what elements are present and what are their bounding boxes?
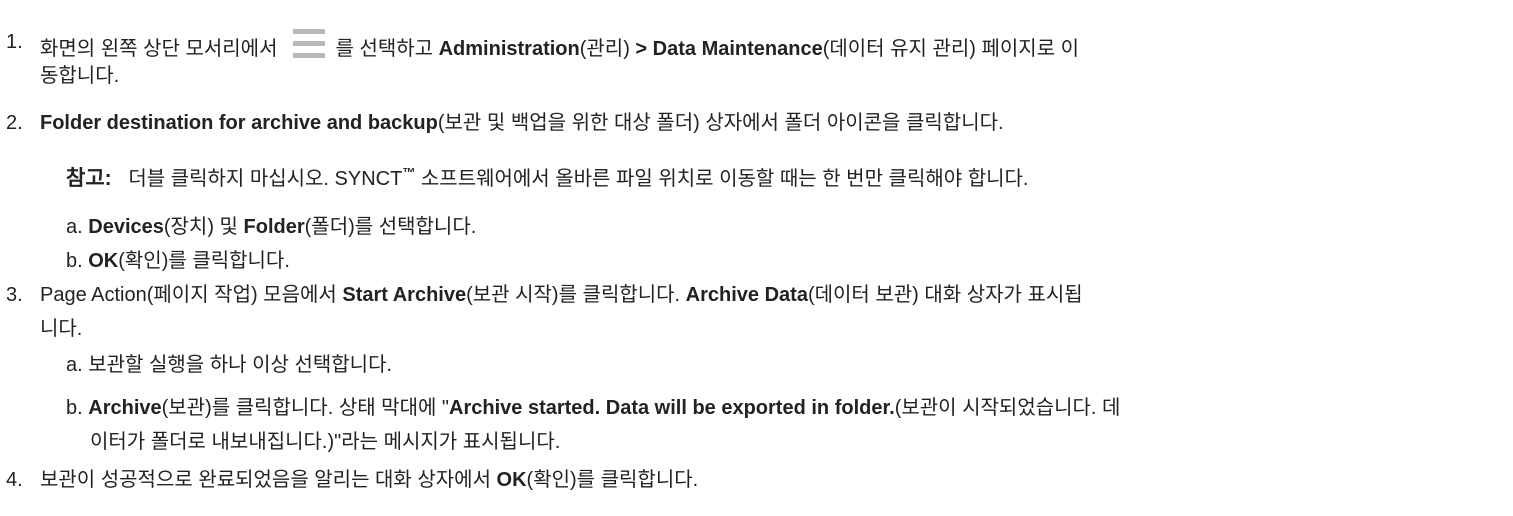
administration-kr: (관리) — [579, 38, 630, 60]
archive-started-message: Archive started. Data will be exported i… — [449, 397, 895, 419]
archive-data-label: Archive Data — [685, 284, 808, 306]
ok-label: OK — [88, 250, 119, 272]
step-1-text: 화면의 왼쪽 상단 모서리에서 — [40, 38, 278, 60]
step-3-line-2: 니다. — [40, 316, 82, 342]
step-1-number: 1. — [6, 31, 23, 53]
archive-label: Archive — [88, 397, 162, 419]
hamburger-menu-icon — [293, 29, 326, 59]
step-2a-prefix: a. — [66, 216, 83, 238]
step-3-text-1: Page Action(페이지 작업) 모음에서 — [40, 284, 337, 306]
data-maintenance-label: > Data Maintenance — [635, 38, 823, 60]
devices-label: Devices — [88, 216, 164, 238]
note-label: 참고: — [66, 167, 112, 190]
step-3-text-2: (보관 시작)를 클릭합니다. — [466, 284, 681, 306]
step-4-text-1: 보관이 성공적으로 완료되었음을 알리는 대화 상자에서 — [40, 469, 491, 491]
trademark-symbol: ™ — [402, 165, 416, 180]
note-text-2: 소프트웨어에서 올바른 파일 위치로 이동할 때는 한 번만 클릭해야 합니다. — [420, 168, 1029, 190]
step-3b-prefix: b. — [66, 397, 83, 419]
step-2-number: 2. — [6, 112, 23, 134]
step-1-continuation: 동합니다. — [40, 65, 120, 87]
step-3b-line-1: b. Archive(보관)를 클릭합니다. 상태 막대에 "Archive s… — [66, 395, 1120, 421]
step-3b-continuation: 이터가 폴더로 내보내집니다.)"라는 메시지가 표시됩니다. — [90, 431, 561, 453]
step-3a-line: a. 보관할 실행을 하나 이상 선택합니다. — [66, 352, 392, 378]
data-maintenance-kr: (데이터 유지 관리) 페이지로 이 — [822, 38, 1080, 60]
step-3-number: 3. — [6, 284, 23, 306]
start-archive-label: Start Archive — [342, 284, 467, 306]
step-4-text-2: (확인)를 클릭합니다. — [526, 469, 699, 491]
step-1-text-after-icon: 를 선택하고 — [335, 38, 434, 60]
step-2b-prefix: b. — [66, 250, 83, 272]
step-3b-mid: (보관)를 클릭합니다. 상태 막대에 " — [161, 397, 450, 419]
ok-label-step-4: OK — [496, 469, 527, 491]
note-text-1: 더블 클릭하지 마십시오. SYNCT — [128, 168, 403, 190]
note-line: 참고: 더블 클릭하지 마십시오. SYNCT™ 소프트웨어에서 올바른 파일 … — [66, 160, 1028, 192]
step-2-text: (보관 및 백업을 위한 대상 폴더) 상자에서 폴더 아이콘을 클릭합니다. — [437, 112, 1004, 134]
step-3b-line-2: 이터가 폴더로 내보내집니다.)"라는 메시지가 표시됩니다. — [90, 429, 560, 455]
step-2a-line: a. Devices(장치) 및 Folder(폴더)를 선택합니다. — [66, 214, 476, 240]
step-2b-line: b. OK(확인)를 클릭합니다. — [66, 248, 290, 274]
step-2a-mid: (장치) 및 — [163, 216, 238, 238]
step-4-number: 4. — [6, 469, 23, 491]
step-3a-text: a. 보관할 실행을 하나 이상 선택합니다. — [66, 354, 393, 376]
folder-destination-label: Folder destination for archive and backu… — [40, 112, 438, 134]
administration-label: Administration — [438, 38, 580, 60]
step-2b-rest: (확인)를 클릭합니다. — [118, 250, 290, 272]
step-3b-rest: (보관이 시작되었습니다. 데 — [894, 397, 1121, 419]
step-2a-rest: (폴더)를 선택합니다. — [304, 216, 477, 238]
step-3-text-3: (데이터 보관) 대화 상자가 표시됩 — [807, 284, 1083, 306]
step-1-line-2: 동합니다. — [40, 63, 119, 89]
folder-label: Folder — [243, 216, 305, 238]
step-3-continuation: 니다. — [40, 318, 83, 340]
